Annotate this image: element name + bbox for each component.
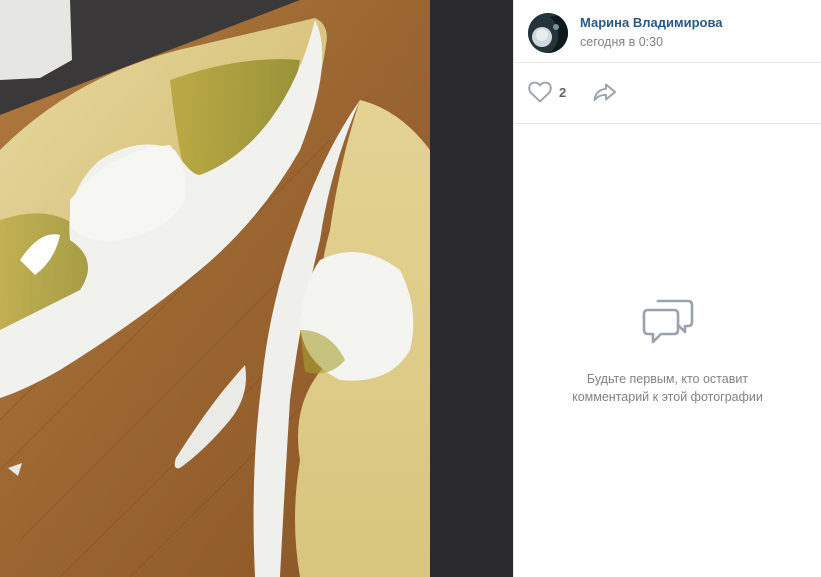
actions-bar: 2	[514, 63, 821, 124]
comments-empty-text: Будьте первым, кто оставит комментарий к…	[514, 370, 821, 406]
empty-text-line-1: Будьте первым, кто оставит	[586, 372, 749, 386]
author-header: Марина Владимирова сегодня в 0:30	[514, 0, 821, 63]
comments-bubbles-icon	[642, 299, 694, 344]
author-name-link[interactable]: Марина Владимирова	[580, 15, 723, 30]
share-arrow-icon	[593, 83, 616, 101]
post-time-link[interactable]: сегодня в 0:30	[580, 35, 663, 49]
photo-sidebar: Марина Владимирова сегодня в 0:30 2 Будь…	[513, 0, 821, 577]
avatar[interactable]	[528, 13, 568, 53]
like-count: 2	[559, 84, 567, 100]
comments-empty-state: Будьте первым, кто оставит комментарий к…	[514, 124, 821, 577]
share-button[interactable]	[592, 80, 618, 104]
photo-image[interactable]	[0, 0, 513, 577]
photo-area[interactable]	[0, 0, 513, 577]
photo-viewer: Марина Владимирова сегодня в 0:30 2 Будь…	[0, 0, 821, 577]
empty-text-line-2: комментарий к этой фотографии	[572, 390, 763, 404]
like-button[interactable]: 2	[528, 80, 566, 104]
heart-icon	[528, 81, 552, 103]
avatar-photo-icon	[528, 13, 568, 53]
